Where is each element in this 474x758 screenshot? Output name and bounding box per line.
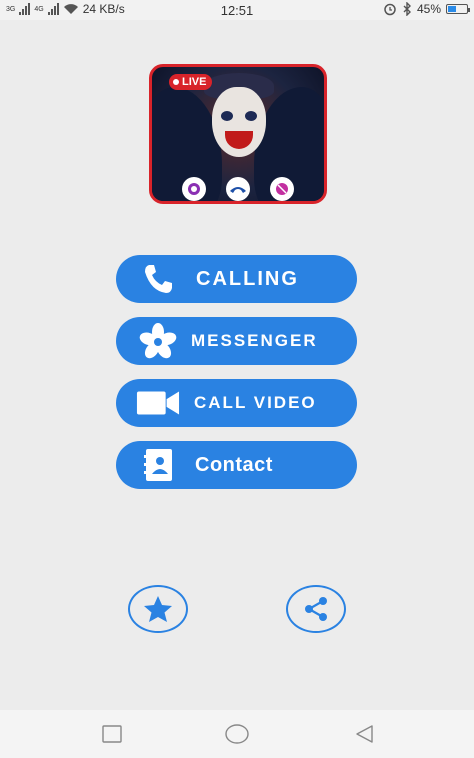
messenger-label: MESSENGER xyxy=(191,331,318,350)
share-button[interactable] xyxy=(286,585,346,633)
bluetooth-icon xyxy=(403,2,411,16)
messenger-button[interactable]: MESSENGER xyxy=(116,317,357,365)
recent-apps-icon[interactable] xyxy=(101,723,123,745)
asterisk-icon xyxy=(136,323,180,359)
mute-icon xyxy=(270,177,294,201)
live-label: LIVE xyxy=(182,76,207,88)
calling-label: CALLING xyxy=(196,267,299,290)
rate-button[interactable] xyxy=(128,585,188,633)
contact-label: Contact xyxy=(195,453,273,476)
star-icon xyxy=(144,596,172,622)
contact-button[interactable]: Contact xyxy=(116,441,357,489)
battery-fill xyxy=(448,6,457,12)
live-badge: LIVE xyxy=(169,74,213,90)
video-camera-icon xyxy=(136,386,180,420)
phone-icon xyxy=(226,177,250,201)
phone-icon xyxy=(136,262,180,296)
call-video-button[interactable]: CALL VIDEO xyxy=(116,379,357,427)
contact-book-icon xyxy=(136,448,180,482)
call-video-label: CALL VIDEO xyxy=(194,393,317,412)
battery-icon xyxy=(446,4,470,14)
camera-switch-icon xyxy=(182,177,206,201)
app-banner-image: LIVE xyxy=(149,64,327,204)
system-nav-bar xyxy=(0,710,474,758)
home-icon[interactable] xyxy=(225,723,249,745)
back-icon[interactable] xyxy=(353,723,375,745)
status-bar: 3G 4G 24 KB/s 12:51 45% xyxy=(0,0,474,20)
share-icon xyxy=(305,597,327,621)
alarm-icon xyxy=(384,3,396,16)
battery-percent: 45% xyxy=(416,2,441,16)
clown-face xyxy=(212,87,266,157)
calling-button[interactable]: CALLING xyxy=(116,255,357,303)
